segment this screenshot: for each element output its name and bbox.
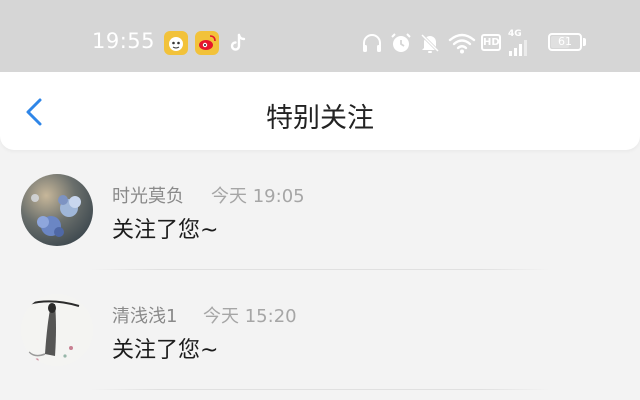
network-type-label: 4G	[508, 29, 522, 39]
notification-message: 关注了您~	[112, 218, 219, 243]
notification-message: 关注了您~	[112, 338, 219, 363]
wifi-icon	[448, 31, 476, 55]
nav-header: 特别关注	[0, 72, 640, 150]
timestamp: 今天 15:20	[203, 306, 297, 327]
notification-list: 时光莫负 今天 19:05 关注了您~ 清浅浅1 今天 15:20 关注了您~	[0, 150, 640, 390]
mute-icon	[418, 31, 442, 55]
battery-percent: 61	[558, 35, 572, 48]
list-item[interactable]: 时光莫负 今天 19:05 关注了您~	[0, 150, 640, 270]
status-time: 19:55	[92, 29, 156, 53]
status-bar: 19:55 HD 4G 61	[0, 0, 640, 72]
weibo-icon	[195, 31, 219, 55]
tiktok-icon	[226, 31, 250, 55]
timestamp: 今天 19:05	[211, 186, 305, 207]
avatar[interactable]	[21, 174, 93, 246]
user-name[interactable]: 时光莫负	[112, 182, 184, 208]
qq-pet-icon	[164, 31, 188, 55]
avatar[interactable]	[21, 294, 93, 366]
battery-cap	[583, 38, 586, 46]
user-name[interactable]: 清浅浅1	[112, 302, 177, 328]
battery-icon: 61	[548, 33, 582, 51]
list-item[interactable]: 清浅浅1 今天 15:20 关注了您~	[0, 270, 640, 390]
alarm-icon	[389, 31, 413, 55]
page-title: 特别关注	[266, 103, 374, 134]
hd-badge: HD	[481, 34, 501, 51]
divider	[90, 389, 550, 390]
signal-icon	[509, 40, 527, 56]
headphones-icon	[360, 31, 384, 55]
